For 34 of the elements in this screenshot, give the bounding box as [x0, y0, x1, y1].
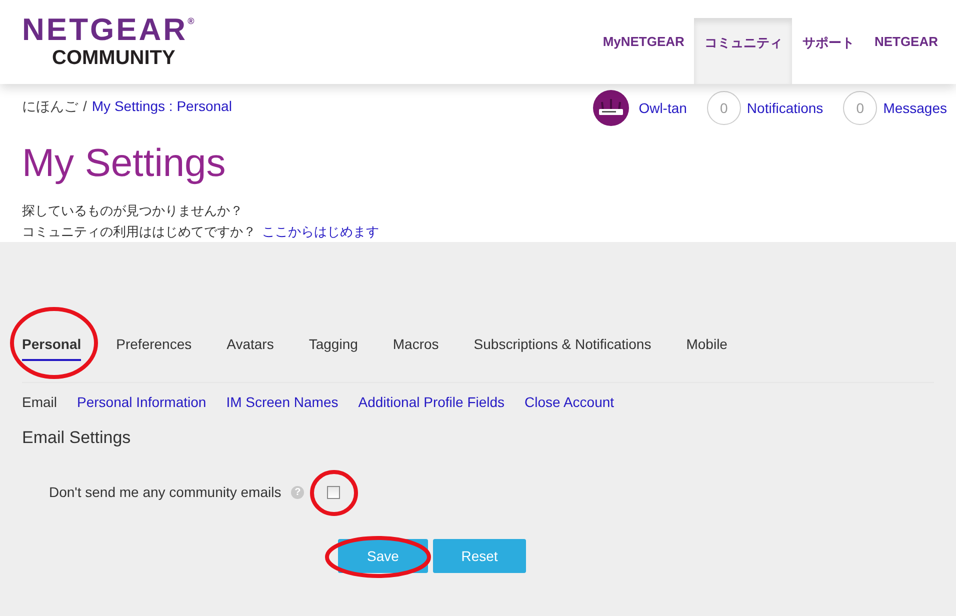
- subtab-link[interactable]: Personal Information: [77, 394, 206, 410]
- notification-count: 0: [706, 91, 741, 125]
- subtab-link[interactable]: Close Account: [524, 394, 614, 410]
- start-here-link[interactable]: ここからはじめます: [262, 224, 379, 239]
- settings-tab[interactable]: Macros: [392, 336, 439, 361]
- settings-tab[interactable]: Avatars: [226, 336, 274, 361]
- settings-tab[interactable]: Subscriptions & Notifications: [474, 336, 652, 361]
- registered-mark: ®: [188, 16, 194, 28]
- subtab-link[interactable]: Additional Profile Fields: [358, 394, 505, 410]
- message-count: 0: [843, 91, 878, 125]
- section-heading: Email Settings: [22, 428, 132, 448]
- router-avatar-icon[interactable]: [592, 90, 629, 126]
- subtab-link[interactable]: Email: [22, 394, 58, 410]
- page-title: My Settings: [22, 142, 227, 186]
- option-label: Don't send me any community emails: [49, 484, 282, 500]
- username-link[interactable]: Owl-tan: [638, 100, 687, 116]
- notifications-link[interactable]: Notifications: [746, 100, 824, 116]
- logo-subtitle[interactable]: COMMUNITY: [52, 47, 176, 69]
- nav-link[interactable]: MyNETGEAR: [592, 18, 694, 84]
- breadcrumb-link[interactable]: にほんご: [22, 98, 78, 116]
- breadcrumb-separator: /: [83, 98, 87, 116]
- settings-tab[interactable]: Mobile: [686, 336, 728, 361]
- checkbox[interactable]: [327, 486, 340, 498]
- settings-tab[interactable]: Preferences: [116, 336, 192, 361]
- subtab-link[interactable]: IM Screen Names: [226, 394, 338, 410]
- help-text: 探しているものが見つかりませんか？: [22, 203, 243, 218]
- nav-link[interactable]: コミュニティ: [694, 18, 792, 84]
- nav-link[interactable]: NETGEAR: [864, 18, 948, 84]
- settings-tab[interactable]: Tagging: [308, 336, 358, 361]
- logo-wordmark[interactable]: NETGEAR: [22, 16, 188, 44]
- help-text: コミュニティの利用ははじめてですか？: [22, 224, 256, 239]
- messages-link[interactable]: Messages: [883, 100, 947, 116]
- breadcrumb-current[interactable]: My Settings : Personal: [92, 98, 232, 116]
- nav-link[interactable]: サポート: [792, 18, 864, 84]
